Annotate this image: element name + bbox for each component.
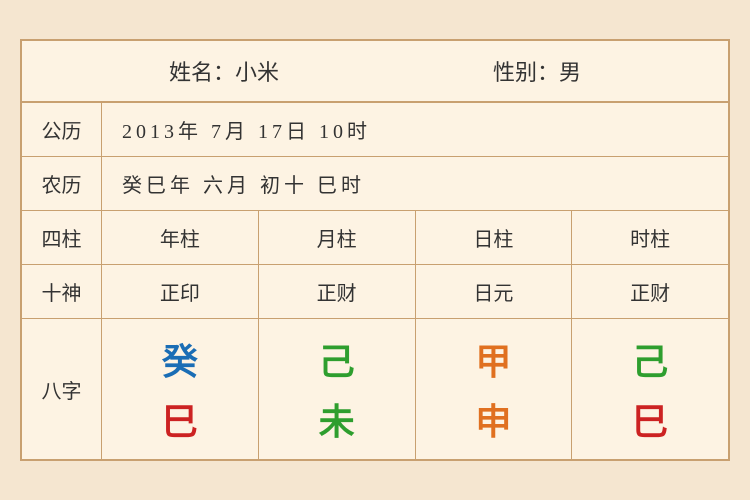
lunar-row: 农历 癸巳年 六月 初十 巳时 <box>22 157 728 211</box>
bazi-cell-1: 己 未 <box>259 319 416 459</box>
bazi-cell-2: 甲 申 <box>416 319 573 459</box>
shishen-cell-1: 正财 <box>259 265 416 318</box>
di-2: 申 <box>475 393 511 445</box>
main-container: 姓名：小米 性别：男 公历 2013年 7月 17日 10时 农历 癸巳年 六月… <box>20 39 730 461</box>
shishen-cell-0: 正印 <box>102 265 259 318</box>
name-label: 姓名：小米 <box>169 55 279 87</box>
tian-3: 己 <box>632 333 668 385</box>
bazi-cell-3: 己 巳 <box>572 319 728 459</box>
bazi-label: 八字 <box>22 319 102 459</box>
tian-1: 己 <box>319 333 355 385</box>
sizhu-label: 四柱 <box>22 211 102 264</box>
shishen-label: 十神 <box>22 265 102 318</box>
sizhu-cell-0: 年柱 <box>102 211 259 264</box>
di-0: 巳 <box>162 393 198 445</box>
lunar-value: 癸巳年 六月 初十 巳时 <box>102 157 728 210</box>
gregorian-row: 公历 2013年 7月 17日 10时 <box>22 103 728 157</box>
gregorian-label: 公历 <box>22 103 102 156</box>
lunar-label: 农历 <box>22 157 102 210</box>
gender-label: 性别：男 <box>493 55 581 87</box>
bazi-row: 八字 癸 巳 己 未 甲 申 己 巳 <box>22 319 728 459</box>
bazi-cells: 癸 巳 己 未 甲 申 己 巳 <box>102 319 728 459</box>
shishen-cell-2: 日元 <box>416 265 573 318</box>
sizhu-row: 四柱 年柱 月柱 日柱 时柱 <box>22 211 728 265</box>
sizhu-cell-2: 日柱 <box>416 211 573 264</box>
di-1: 未 <box>319 393 355 445</box>
sizhu-cell-3: 时柱 <box>572 211 728 264</box>
shishen-row: 十神 正印 正财 日元 正财 <box>22 265 728 319</box>
header-row: 姓名：小米 性别：男 <box>22 41 728 103</box>
gregorian-value: 2013年 7月 17日 10时 <box>102 103 728 156</box>
tian-2: 甲 <box>475 333 511 385</box>
shishen-cell-3: 正财 <box>572 265 728 318</box>
bazi-cell-0: 癸 巳 <box>102 319 259 459</box>
shishen-cells: 正印 正财 日元 正财 <box>102 265 728 318</box>
sizhu-cells: 年柱 月柱 日柱 时柱 <box>102 211 728 264</box>
tian-0: 癸 <box>162 333 198 385</box>
sizhu-cell-1: 月柱 <box>259 211 416 264</box>
di-3: 巳 <box>632 393 668 445</box>
